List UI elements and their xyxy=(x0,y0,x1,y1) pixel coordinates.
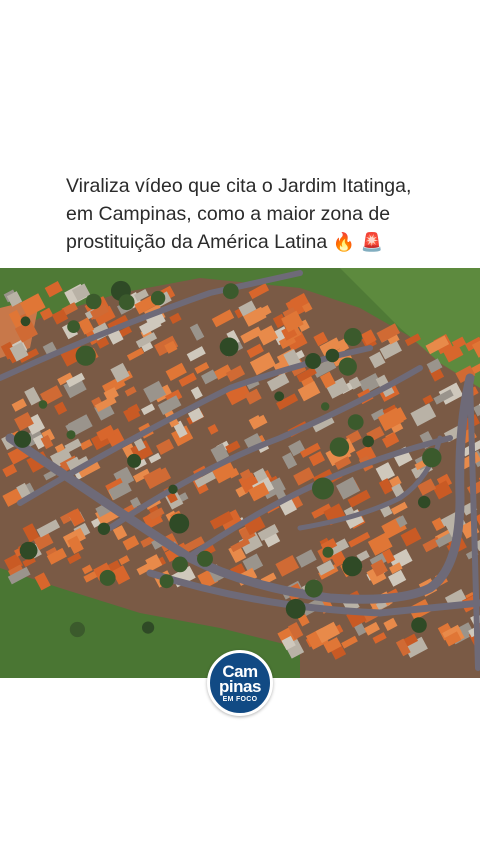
logo-text-line-3: EM FOCO xyxy=(222,696,258,703)
siren-icon: 🚨 xyxy=(360,232,383,253)
tree-canopy xyxy=(118,294,135,311)
tree-canopy xyxy=(150,290,166,306)
tree-canopy xyxy=(75,345,96,366)
caption-line-2: em Campinas, como a maior zona de xyxy=(66,203,391,225)
tree-canopy xyxy=(85,293,102,310)
tree-canopy xyxy=(13,430,32,448)
tree-canopy xyxy=(172,556,188,573)
tree-canopy xyxy=(418,495,431,509)
tree-canopy xyxy=(322,546,334,558)
tree-canopy xyxy=(20,316,31,327)
tree-canopy xyxy=(97,522,111,535)
tree-canopy xyxy=(219,337,239,357)
tree-canopy xyxy=(67,320,80,333)
post-caption: Viraliza vídeo que cita o Jardim Itating… xyxy=(66,172,426,257)
fire-icon: 🔥 xyxy=(332,232,356,253)
campinas-em-foco-logo: Cam pinas EM FOCO xyxy=(207,650,273,716)
tree-canopy xyxy=(338,357,357,376)
tree-canopy xyxy=(305,353,322,369)
tree-canopy xyxy=(342,556,363,577)
tree-canopy xyxy=(422,448,442,468)
tree-canopy xyxy=(312,477,334,500)
tree-canopy xyxy=(99,569,116,586)
tree-canopy xyxy=(362,435,375,448)
tree-canopy xyxy=(159,574,174,589)
tree-canopy xyxy=(321,402,330,411)
tree-canopy xyxy=(69,621,85,638)
caption-line-3: prostituição da América Latina 🔥 🚨 xyxy=(66,228,426,257)
tree-canopy xyxy=(169,513,190,534)
aerial-photo-canvas xyxy=(0,268,480,678)
tree-canopy xyxy=(343,328,362,346)
tree-canopy xyxy=(222,283,239,300)
tree-canopy xyxy=(411,617,427,633)
tree-canopy xyxy=(127,453,142,468)
tree-canopy xyxy=(347,414,364,430)
tree-canopy xyxy=(325,348,340,363)
caption-line-1: Viraliza vídeo que cita o Jardim Itating… xyxy=(66,175,412,197)
tree-canopy xyxy=(38,400,48,409)
tree-canopy xyxy=(285,598,306,619)
tree-canopy xyxy=(168,484,178,494)
tree-canopy xyxy=(329,437,350,457)
aerial-neighborhood-photo xyxy=(0,268,480,678)
tree-canopy xyxy=(197,550,213,567)
tree-canopy xyxy=(304,579,323,598)
tree-canopy xyxy=(142,621,155,634)
caption-line-3-text: prostituição da América Latina xyxy=(66,231,328,253)
tree-canopy xyxy=(19,541,38,560)
logo-text-line-2: pinas xyxy=(219,677,261,696)
tree-canopy xyxy=(274,391,285,402)
tree-canopy xyxy=(66,430,76,440)
